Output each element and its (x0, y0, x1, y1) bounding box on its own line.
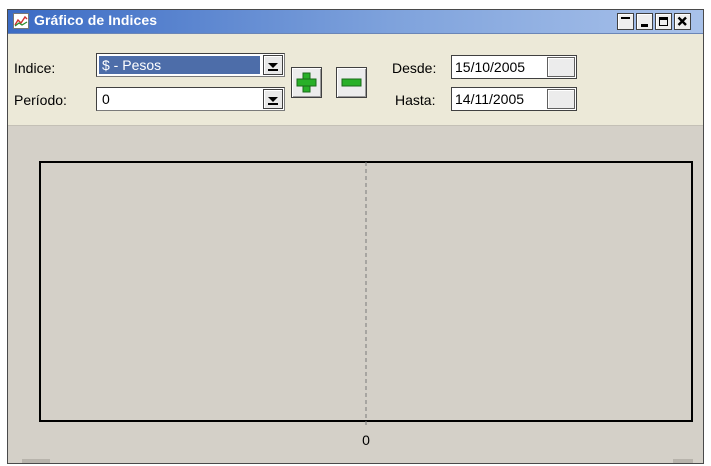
title-bar[interactable]: Gráfico de Indices (8, 10, 703, 34)
remove-button[interactable] (336, 67, 367, 98)
add-button[interactable] (291, 67, 322, 98)
x-tick-label: 0 (362, 432, 370, 448)
scrollbar-right-stub (673, 459, 693, 463)
restore-down-icon (621, 17, 630, 19)
periodo-label: Período: (14, 92, 67, 108)
indice-label: Indice: (14, 60, 56, 76)
scrollbar-left-stub (22, 459, 50, 463)
minimize-button[interactable] (636, 13, 653, 30)
filter-panel: Indice: $ - Pesos Período: 0 Desde: 15/1… (8, 34, 703, 126)
grafico-window: Gráfico de Indices Indice: $ - Pesos Per… (7, 9, 704, 464)
periodo-combo[interactable]: 0 (96, 87, 285, 111)
close-icon (677, 16, 687, 26)
indice-value: $ - Pesos (99, 56, 260, 74)
chevron-down-icon[interactable] (263, 55, 283, 75)
calendar-button[interactable] (547, 89, 575, 109)
calendar-button[interactable] (547, 57, 575, 77)
desde-value: 15/10/2005 (455, 59, 526, 75)
periodo-value: 0 (102, 91, 110, 107)
hasta-label: Hasta: (395, 92, 436, 108)
minus-icon (341, 78, 362, 87)
maximize-icon (659, 17, 668, 26)
plus-icon (296, 72, 317, 93)
maximize-button[interactable] (655, 13, 672, 30)
hasta-date-field[interactable]: 14/11/2005 (451, 87, 577, 111)
desde-label: Desde: (392, 60, 437, 76)
desde-date-field[interactable]: 15/10/2005 (451, 55, 577, 79)
window-title: Gráfico de Indices (34, 12, 158, 28)
hasta-value: 14/11/2005 (455, 91, 525, 107)
chart-area: 0 (8, 126, 703, 463)
minimize-icon (641, 24, 648, 27)
chart-icon (13, 13, 29, 29)
restore-down-button[interactable] (617, 13, 634, 30)
indice-combo[interactable]: $ - Pesos (96, 53, 285, 77)
chart: 0 (39, 161, 693, 448)
chevron-down-icon[interactable] (263, 89, 283, 109)
close-button[interactable] (674, 13, 691, 30)
